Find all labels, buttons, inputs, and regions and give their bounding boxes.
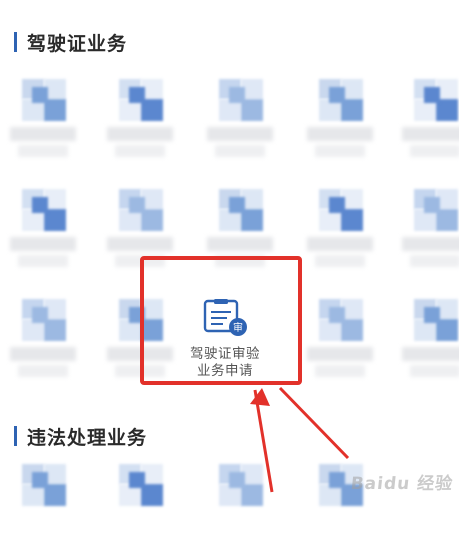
service-label-blurred — [402, 237, 459, 251]
service-label-blurred — [10, 237, 76, 251]
service-tile[interactable] — [305, 185, 375, 280]
service-icon — [219, 464, 263, 506]
service-label-blurred — [315, 255, 365, 267]
service-label-blurred — [402, 347, 459, 361]
service-tile-license-review[interactable]: 审 驾驶证审验 业务申请 — [150, 262, 300, 382]
service-label-blurred — [18, 255, 68, 267]
service-icon — [119, 189, 163, 231]
service-icon — [22, 299, 66, 341]
service-tile[interactable] — [8, 185, 78, 280]
service-icon — [414, 299, 458, 341]
annotation-arrowhead — [250, 388, 270, 406]
service-label-blurred — [115, 145, 165, 157]
service-label-blurred — [307, 347, 373, 361]
service-label-blurred — [215, 145, 265, 157]
service-tile[interactable] — [8, 75, 78, 170]
service-label-blurred — [402, 127, 459, 141]
service-tile[interactable] — [105, 460, 175, 555]
service-icon — [119, 79, 163, 121]
service-label-blurred — [410, 255, 459, 267]
service-icon — [414, 79, 458, 121]
service-label-blurred — [18, 365, 68, 377]
document-stamp-icon: 审 — [203, 299, 247, 336]
service-icon — [219, 79, 263, 121]
watermark: Baidu 经验 — [349, 474, 454, 494]
service-label-blurred — [10, 347, 76, 361]
service-label-blurred — [315, 365, 365, 377]
service-icon — [319, 299, 363, 341]
service-label-line2: 业务申请 — [197, 363, 253, 379]
service-label-blurred — [10, 127, 76, 141]
service-icon — [22, 79, 66, 121]
service-tile[interactable] — [400, 185, 459, 280]
service-label-line1: 驾驶证审验 — [190, 346, 260, 362]
service-label-blurred — [107, 237, 173, 251]
service-label-blurred — [307, 237, 373, 251]
service-tile[interactable] — [8, 295, 78, 390]
annotation-arrow-2 — [278, 386, 350, 460]
service-label: 驾驶证审验 业务申请 — [190, 346, 260, 380]
service-icon — [22, 189, 66, 231]
service-icon — [119, 464, 163, 506]
service-tile[interactable] — [205, 460, 275, 555]
service-icon — [219, 189, 263, 231]
service-icon — [319, 189, 363, 231]
service-label-blurred — [18, 145, 68, 157]
section-accent-bar — [14, 32, 17, 52]
service-tile[interactable] — [8, 460, 78, 555]
service-icon — [319, 79, 363, 121]
section-title-violation: 违法处理业务 — [27, 426, 148, 449]
service-label-blurred — [107, 127, 173, 141]
section-title-license: 驾驶证业务 — [27, 32, 128, 55]
service-tile[interactable] — [400, 295, 459, 390]
service-icon — [22, 464, 66, 506]
service-label-blurred — [410, 145, 459, 157]
svg-text:审: 审 — [233, 321, 243, 334]
service-tile[interactable] — [305, 295, 375, 390]
service-label-blurred — [207, 127, 273, 141]
service-icon — [414, 189, 458, 231]
service-tile[interactable] — [400, 75, 459, 170]
section-accent-bar — [14, 426, 17, 446]
section-header-violation: 违法处理业务 — [14, 424, 148, 449]
service-tile[interactable] — [105, 75, 175, 170]
service-tile[interactable] — [305, 75, 375, 170]
service-label-blurred — [410, 365, 459, 377]
service-label-blurred — [207, 237, 273, 251]
service-label-blurred — [315, 145, 365, 157]
service-tile[interactable] — [205, 75, 275, 170]
service-label-blurred — [307, 127, 373, 141]
section-header-license: 驾驶证业务 — [14, 30, 128, 55]
